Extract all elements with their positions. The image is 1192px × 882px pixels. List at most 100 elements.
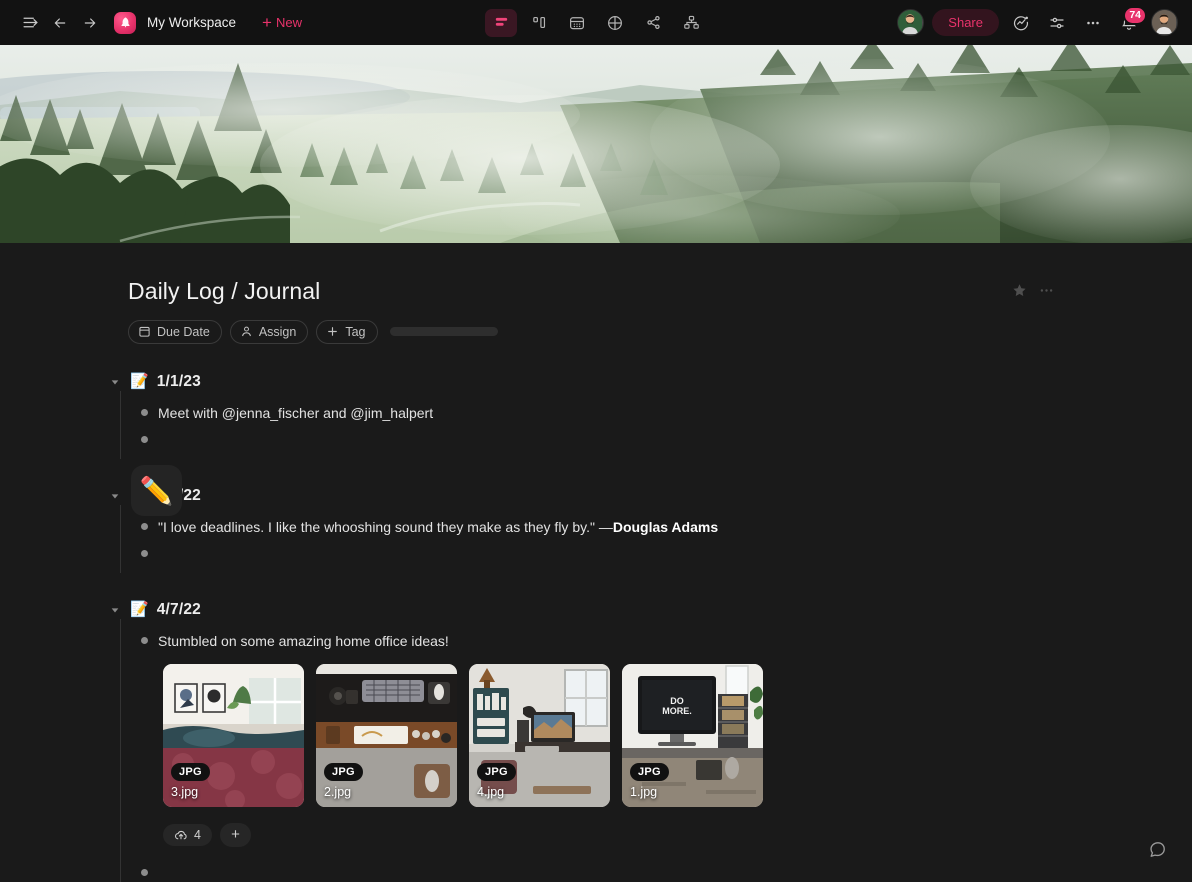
topbar-left-group: My Workspace + New (0, 9, 308, 37)
journal-entry: 📝 4/7/22 Stumbled on some amazing home o… (111, 601, 1192, 882)
file-type-badge: JPG (171, 762, 210, 781)
attachment-card[interactable]: JPG 2.jpg (316, 663, 457, 807)
org-view-icon[interactable] (675, 9, 707, 37)
entry-date[interactable]: 1/1/23 (157, 373, 201, 391)
tag-chip[interactable]: Tag (316, 319, 378, 344)
attachment-meta: JPG 2.jpg (324, 762, 363, 799)
cover-image[interactable] (0, 45, 1192, 243)
add-attachment-button[interactable]: + (219, 822, 251, 847)
view-switcher (485, 8, 707, 37)
property-placeholder-bar (389, 327, 498, 337)
new-button-label: New (275, 15, 302, 30)
bullet-item[interactable]: Meet with @jenna_fischer and @jim_halper… (141, 399, 1192, 426)
attachment-card[interactable]: JPG 4.jpg (469, 663, 610, 807)
journal-entry-list: 📝 1/1/23 Meet with @jenna_fischer and @j… (111, 373, 1192, 882)
entry-date[interactable]: 4/7/22 (157, 601, 201, 619)
cover-image-art (0, 45, 1192, 243)
bullet-item-empty[interactable] (141, 540, 1192, 565)
sidebar-toggle-icon[interactable] (16, 9, 44, 37)
collapse-caret-icon[interactable] (108, 489, 122, 503)
notification-badge: 74 (1123, 5, 1147, 25)
entry-emoji-icon: 📝 (130, 373, 149, 391)
bullet-item[interactable]: Stumbled on some amazing home office ide… (141, 627, 1192, 654)
calendar-view-icon[interactable] (561, 9, 593, 37)
notifications-bell-icon[interactable]: 74 (1115, 5, 1147, 37)
entry-header[interactable]: 📝 1/1/23 (108, 373, 1192, 391)
entry-spacer (128, 459, 1192, 487)
plus-icon (328, 327, 338, 336)
settings-sliders-icon[interactable] (1043, 9, 1071, 37)
person-icon (241, 326, 251, 337)
activity-icon[interactable] (1007, 9, 1035, 37)
attachment-count-pill[interactable]: 4 (163, 823, 212, 846)
svg-text:MORE.: MORE. (662, 706, 692, 716)
page-emoji-icon[interactable]: ✏️ (131, 465, 182, 516)
collapse-caret-icon[interactable] (108, 375, 122, 389)
top-bar: My Workspace + New Share 74 (0, 0, 1192, 45)
calendar-icon (139, 327, 150, 337)
file-name: 1.jpg (630, 784, 658, 799)
new-button[interactable]: + New (256, 11, 308, 34)
entry-header[interactable]: 📝 4/7/22 (108, 487, 1192, 505)
plus-icon: + (262, 13, 272, 32)
user-avatar[interactable] (1151, 9, 1178, 36)
attachment-meta: JPG 3.jpg (171, 762, 210, 799)
board-view-icon[interactable] (523, 9, 555, 37)
entry-emoji-icon: 📝 (130, 601, 149, 619)
topbar-right-group: Share 74 (897, 5, 1192, 37)
attachment-meta: JPG 1.jpg (630, 762, 669, 799)
page-content: Daily Log / Journal Due Date Assign Tag … (0, 243, 1192, 882)
entry-header[interactable]: 📝 4/7/22 (108, 601, 1192, 619)
attachment-controls: 4 + (163, 822, 1192, 847)
file-name: 3.jpg (171, 784, 199, 799)
journal-entry: 📝 4/7/22 "I love deadlines. I like the w… (111, 487, 1192, 573)
share-button[interactable]: Share (932, 9, 999, 36)
bullet-dot-icon (141, 868, 148, 876)
attachment-card[interactable]: DO MORE. JPG 1.jpg (622, 663, 763, 807)
table-view-icon[interactable] (599, 9, 631, 37)
bullet-text[interactable]: Meet with @jenna_fischer and @jim_halper… (158, 401, 433, 424)
collapse-caret-icon[interactable] (108, 603, 122, 617)
workspace-logo-rocket-icon[interactable] (114, 11, 136, 34)
upload-cloud-icon (175, 830, 187, 839)
collaborator-avatar[interactable] (897, 9, 925, 36)
svg-text:DO: DO (670, 696, 684, 706)
bullet-dot-icon (141, 408, 148, 416)
bullet-item-empty[interactable] (141, 859, 1192, 882)
page-more-options-icon[interactable] (1038, 282, 1055, 299)
entry-body: "I love deadlines. I like the whooshing … (120, 504, 1192, 573)
bullet-item-empty[interactable] (141, 426, 1192, 451)
chat-bubble-icon[interactable] (1142, 834, 1172, 864)
file-type-badge: JPG (324, 762, 363, 781)
assign-chip-label: Assign (258, 324, 297, 339)
tag-chip-label: Tag (345, 324, 366, 339)
list-view-icon[interactable] (485, 8, 517, 37)
workspace-name[interactable]: My Workspace (147, 15, 236, 30)
journal-entry: 📝 1/1/23 Meet with @jenna_fischer and @j… (111, 373, 1192, 459)
due-date-chip[interactable]: Due Date (128, 319, 222, 344)
file-name: 4.jpg (477, 784, 505, 799)
bullet-item[interactable]: "I love deadlines. I like the whooshing … (141, 513, 1192, 540)
page-body: ✏️ Daily Log / Journal Due Date Assign T… (0, 243, 1192, 882)
bullet-dot-icon (141, 549, 148, 557)
bullet-dot-icon (141, 636, 148, 644)
file-type-badge: JPG (630, 762, 669, 781)
forward-arrow-icon[interactable] (76, 9, 104, 37)
favorite-star-icon[interactable] (1011, 282, 1028, 299)
page-property-chips: Due Date Assign Tag (128, 319, 1192, 344)
bullet-text[interactable]: Stumbled on some amazing home office ide… (158, 629, 449, 652)
file-name: 2.jpg (324, 784, 352, 799)
attachment-card-list: JPG 3.jpg JPG 2.jpg JPG 4.jpg DO MORE. J… (163, 663, 1192, 807)
page-title-row: Daily Log / Journal (128, 278, 1192, 306)
page-title[interactable]: Daily Log / Journal (128, 278, 320, 306)
attachment-card[interactable]: JPG 3.jpg (163, 663, 304, 807)
back-arrow-icon[interactable] (46, 9, 74, 37)
attachment-meta: JPG 4.jpg (477, 762, 516, 799)
assign-chip[interactable]: Assign (229, 319, 309, 344)
more-options-icon[interactable] (1079, 9, 1107, 37)
attachment-count: 4 (194, 827, 201, 842)
due-date-chip-label: Due Date (157, 324, 210, 339)
file-type-badge: JPG (477, 762, 516, 781)
share-view-icon[interactable] (637, 9, 669, 37)
bullet-text[interactable]: "I love deadlines. I like the whooshing … (158, 515, 718, 538)
